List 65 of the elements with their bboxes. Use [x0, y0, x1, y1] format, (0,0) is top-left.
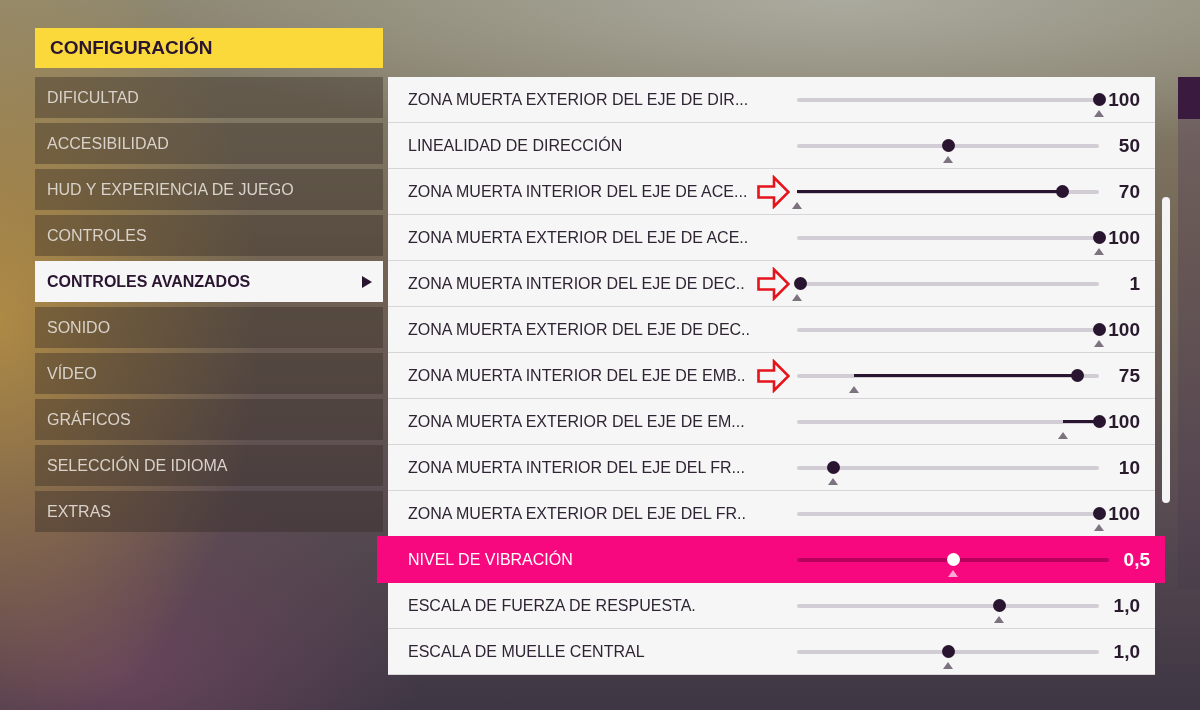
menu-item[interactable]: CONTROLES AVANZADOS	[35, 261, 383, 302]
setting-row[interactable]: ZONA MUERTA INTERIOR DEL EJE DE EMB.. 75	[388, 353, 1155, 399]
setting-label: LINEALIDAD DE DIRECCIÓN	[408, 136, 624, 155]
setting-label: ZONA MUERTA EXTERIOR DEL EJE DE DEC..	[408, 320, 751, 339]
setting-value: 0,5	[1122, 548, 1150, 571]
setting-row[interactable]: ZONA MUERTA INTERIOR DEL EJE DE ACE... 70	[388, 169, 1155, 215]
setting-row[interactable]: ZONA MUERTA EXTERIOR DEL EJE DE EM... 100	[388, 399, 1155, 445]
slider-thumb[interactable]	[1092, 323, 1106, 336]
setting-value: 50	[1117, 134, 1140, 157]
setting-label: ZONA MUERTA EXTERIOR DEL EJE DE ACE..	[408, 228, 750, 247]
slider-thumb[interactable]	[1071, 369, 1085, 382]
slider-thumb[interactable]	[1092, 415, 1106, 428]
slider-thumb[interactable]	[941, 139, 955, 152]
slider-thumb[interactable]	[1056, 185, 1070, 198]
menu-item[interactable]: HUD Y EXPERIENCIA DE JUEGO	[35, 169, 383, 210]
page-title: CONFIGURACIÓN	[35, 28, 383, 68]
setting-row[interactable]: ZONA MUERTA EXTERIOR DEL EJE DE ACE.. 100	[388, 215, 1155, 261]
setting-value: 1	[1128, 272, 1140, 295]
menu-item[interactable]: GRÁFICOS	[35, 399, 383, 440]
setting-row[interactable]: ZONA MUERTA INTERIOR DEL EJE DE DEC.. 1	[388, 261, 1155, 307]
setting-value: 100	[1107, 502, 1140, 525]
slider-thumb[interactable]	[946, 553, 960, 566]
setting-row[interactable]: ZONA MUERTA INTERIOR DEL EJE DEL FR... 10	[388, 445, 1155, 491]
setting-value: 100	[1107, 88, 1140, 111]
setting-label: ESCALA DE MUELLE CENTRAL	[408, 642, 646, 661]
setting-value: 100	[1107, 318, 1140, 341]
slider-thumb[interactable]	[1092, 507, 1106, 520]
setting-value: 100	[1107, 410, 1140, 433]
slider-thumb[interactable]	[1092, 93, 1106, 106]
setting-value: 10	[1117, 456, 1140, 479]
setting-label: ZONA MUERTA INTERIOR DEL EJE DE ACE...	[408, 182, 749, 201]
setting-row[interactable]: ESCALA DE MUELLE CENTRAL 1,0	[388, 629, 1155, 675]
setting-value: 75	[1117, 364, 1140, 387]
setting-label: NIVEL DE VIBRACIÓN	[408, 550, 574, 569]
setting-label: ZONA MUERTA EXTERIOR DEL EJE DEL FR..	[408, 504, 747, 523]
slider-thumb[interactable]	[992, 599, 1006, 612]
setting-value: 70	[1117, 180, 1140, 203]
setting-row[interactable]: ESCALA DE FUERZA DE RESPUESTA. 1,0	[388, 583, 1155, 629]
setting-label: ZONA MUERTA INTERIOR DEL EJE DEL FR...	[408, 458, 746, 477]
menu-item[interactable]: DIFICULTAD	[35, 77, 383, 118]
caret-icon	[362, 275, 372, 288]
setting-value: 100	[1107, 226, 1140, 249]
menu-item[interactable]: SELECCIÓN DE IDIOMA	[35, 445, 383, 486]
scrollbar-thumb[interactable]	[1162, 197, 1170, 503]
menu-item[interactable]: EXTRAS	[35, 491, 383, 532]
menu-item[interactable]: CONTROLES	[35, 215, 383, 256]
menu-item[interactable]: SONIDO	[35, 307, 383, 348]
setting-label: ZONA MUERTA INTERIOR DEL EJE DE EMB..	[408, 366, 747, 385]
setting-label: ZONA MUERTA INTERIOR DEL EJE DE DEC..	[408, 274, 746, 293]
setting-row[interactable]: ZONA MUERTA EXTERIOR DEL EJE DEL FR.. 100	[388, 491, 1155, 537]
setting-value: 1,0	[1112, 640, 1140, 663]
setting-row[interactable]: NIVEL DE VIBRACIÓN 0,5	[377, 536, 1165, 583]
setting-row[interactable]: ZONA MUERTA EXTERIOR DEL EJE DE DEC.. 100	[388, 307, 1155, 353]
slider-thumb[interactable]	[1092, 231, 1106, 244]
slider-thumb[interactable]	[941, 645, 955, 658]
menu-item[interactable]: ACCESIBILIDAD	[35, 123, 383, 164]
setting-label: ZONA MUERTA EXTERIOR DEL EJE DE EM...	[408, 412, 746, 431]
slider-thumb[interactable]	[826, 461, 840, 474]
menu-item[interactable]: VÍDEO	[35, 353, 383, 394]
setting-value: 1,0	[1112, 594, 1140, 617]
slider-thumb[interactable]	[793, 277, 807, 290]
setting-row[interactable]: ZONA MUERTA EXTERIOR DEL EJE DE DIR... 100	[388, 77, 1155, 123]
setting-row[interactable]: LINEALIDAD DE DIRECCIÓN 50	[388, 123, 1155, 169]
setting-label: ZONA MUERTA EXTERIOR DEL EJE DE DIR...	[408, 90, 750, 109]
setting-label: ESCALA DE FUERZA DE RESPUESTA.	[408, 596, 697, 615]
